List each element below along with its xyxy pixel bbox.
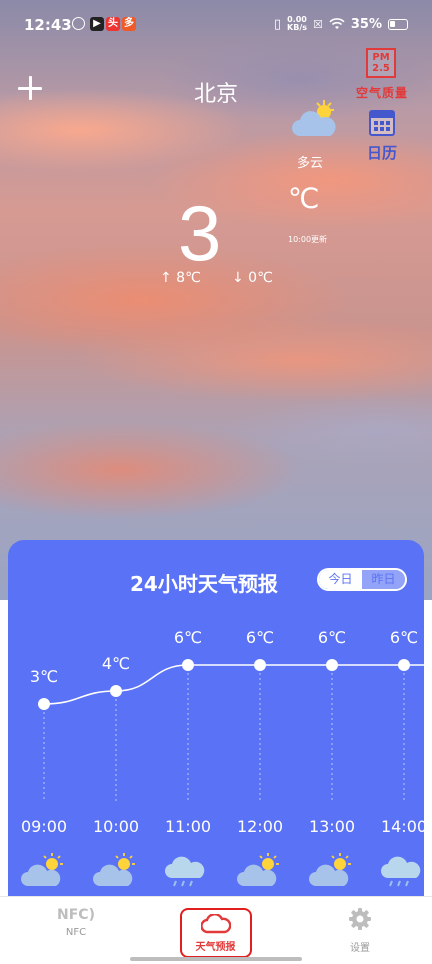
temperature-label: 4℃ (102, 654, 130, 673)
hour-label: 10:00 (93, 817, 139, 836)
temperature-point (326, 659, 338, 671)
partly-cloudy-icon (292, 100, 336, 136)
partly-cloudy-icon (21, 853, 63, 886)
sun-ray (57, 855, 61, 859)
cloud-shape (381, 856, 421, 878)
hour-label: 09:00 (21, 817, 67, 836)
nav-weather[interactable]: 天气预报 (180, 908, 252, 958)
sun-shape (46, 858, 58, 870)
temperature-point (254, 659, 266, 671)
pm25-icon: PM 2.5 (366, 48, 396, 78)
hour-label: 12:00 (237, 817, 283, 836)
forecast-title: 24小时天气预报 (130, 572, 278, 596)
rain-drop (405, 880, 409, 887)
nfc-label: NFC (65, 927, 87, 938)
status-right: ▯ 0.00 KB/s ☒ 35% (274, 16, 408, 32)
temperature-point (398, 659, 410, 671)
hour-label: 13:00 (309, 817, 355, 836)
air-quality-button[interactable]: PM 2.5 空气质量 (352, 44, 412, 100)
forecast-card: 3℃ 09:00 4℃ 10:00 6℃ 11:00 6℃ 12:00 6℃ 13:00 6℃ 14:… (8, 540, 424, 896)
vibrate-icon: ▯ (273, 16, 282, 32)
temperature-point (110, 685, 122, 697)
calendar-icon (369, 110, 395, 136)
hour-label: 11:00 (165, 817, 211, 836)
calendar-label: 日历 (366, 144, 397, 162)
cloud-icon (201, 914, 231, 934)
sun-ray (273, 855, 277, 859)
net-speed: 0.00 KB/s (287, 16, 307, 32)
rain-drop (389, 880, 393, 887)
partly-cloudy-icon (309, 853, 351, 886)
status-time: 12:43 (24, 16, 72, 34)
rain-icon (381, 856, 421, 887)
sun-ray (259, 855, 263, 859)
temperature-label: 6℃ (246, 628, 274, 647)
sun-ray (129, 855, 133, 859)
sun-shape (334, 858, 346, 870)
temperature-label: 6℃ (318, 628, 346, 647)
temperature-label: 3℃ (30, 667, 58, 686)
gear-icon (349, 908, 371, 930)
rain-icon (165, 856, 205, 887)
low-temperature: ↓ 0℃ (232, 270, 273, 286)
home-indicator (130, 957, 302, 961)
nav-nfc[interactable]: NFC) NFC (52, 907, 100, 938)
partly-cloudy-icon (237, 853, 279, 886)
calendar-button[interactable]: 日历 (358, 108, 406, 164)
current-temperature: 3 (178, 189, 222, 277)
video-app-icon: ▶ (90, 17, 104, 31)
cloud-shape (165, 856, 205, 878)
temperature-point (38, 698, 50, 710)
nfc-icon: NFC) (57, 907, 95, 923)
temperature-point (182, 659, 194, 671)
weather-condition: 多云 (296, 156, 323, 171)
partly-cloudy-icon (93, 853, 135, 886)
tab-yesterday[interactable]: 昨日 (362, 570, 405, 589)
sun-shape (118, 858, 130, 870)
shopping-app-icon: 多 (122, 17, 136, 31)
sun-ray (345, 855, 349, 859)
battery-percent: 35% (350, 16, 382, 32)
battery-icon (388, 18, 408, 30)
day-toggle: 今日 昨日 (317, 568, 407, 591)
rain-drop (173, 880, 177, 887)
rain-drop (397, 880, 401, 887)
hour-label: 14:00 (381, 817, 424, 836)
news-app-icon: 头 (106, 17, 120, 31)
net-speed-unit: KB/s (287, 23, 307, 32)
weather-label: 天气预报 (195, 942, 236, 953)
nfc-glyph-text: NFC (57, 907, 89, 923)
nav-settings[interactable]: 设置 (336, 907, 384, 954)
sun-ray (331, 855, 335, 859)
temperature-label: 6℃ (174, 628, 202, 647)
update-time: 10:00更新 (288, 235, 328, 244)
app-notification-icon (72, 17, 85, 30)
sim-off-icon: ☒ (313, 17, 323, 31)
tab-today[interactable]: 今日 (319, 570, 362, 589)
sun-ray (115, 855, 119, 859)
temperature-unit: ℃ (288, 182, 320, 215)
rain-drop (181, 880, 185, 887)
high-temperature: ↑ 8℃ (160, 270, 201, 286)
rain-drop (189, 880, 193, 887)
temperature-label: 6℃ (390, 628, 418, 647)
sun-shape (262, 858, 274, 870)
wifi-icon (329, 18, 345, 29)
settings-label: 设置 (350, 943, 370, 954)
sun-ray (43, 855, 47, 859)
air-quality-label: 空气质量 (355, 86, 408, 100)
